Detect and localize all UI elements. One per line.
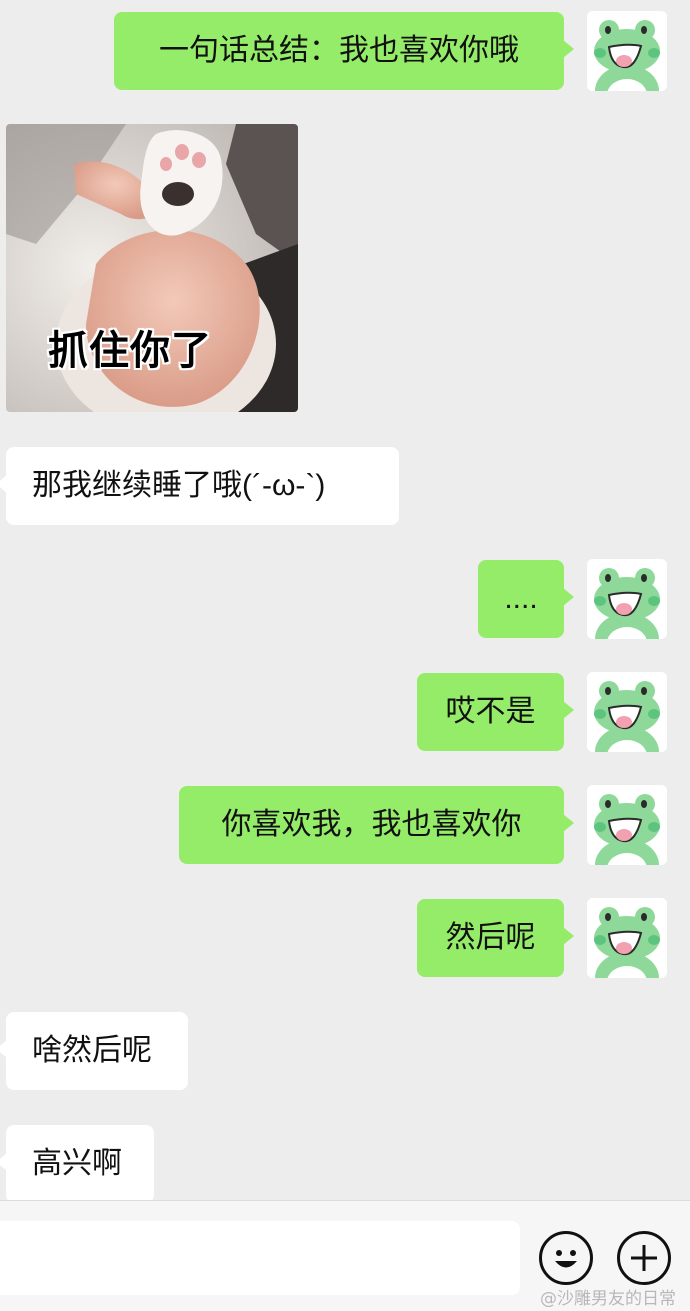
frog-avatar-icon[interactable]	[587, 672, 667, 752]
plus-circle-icon[interactable]	[617, 1231, 671, 1285]
outgoing-message-bubble[interactable]: 你喜欢我，我也喜欢你	[179, 786, 574, 864]
sticker-caption: 抓住你了	[48, 328, 212, 374]
incoming-message-bubble[interactable]: 啥然后呢	[0, 1012, 188, 1090]
incoming-message-bubble[interactable]: 高兴啊	[0, 1125, 154, 1203]
watermark: @沙雕男友的日常	[540, 1289, 676, 1309]
outgoing-message-bubble[interactable]: 然后呢	[417, 899, 574, 977]
message-input[interactable]	[0, 1221, 520, 1295]
frog-avatar-icon[interactable]	[587, 559, 667, 639]
outgoing-message-bubble[interactable]: 一句话总结：我也喜欢你哦	[114, 12, 574, 90]
outgoing-message-bubble[interactable]: ....	[478, 560, 574, 638]
incoming-message-bubble[interactable]: 那我继续睡了哦(´-ω-`)	[0, 447, 399, 525]
frog-avatar-icon[interactable]	[587, 898, 667, 978]
frog-avatar-icon[interactable]	[587, 785, 667, 865]
frog-avatar-icon[interactable]	[587, 11, 667, 91]
smiley-icon[interactable]	[539, 1231, 593, 1285]
chat-area[interactable]: 一句话总结：我也喜欢你哦 抓住你了 那我继续睡了哦(´-ω-`) .... 哎不…	[0, 0, 690, 1203]
outgoing-message-bubble[interactable]: 哎不是	[417, 673, 574, 751]
